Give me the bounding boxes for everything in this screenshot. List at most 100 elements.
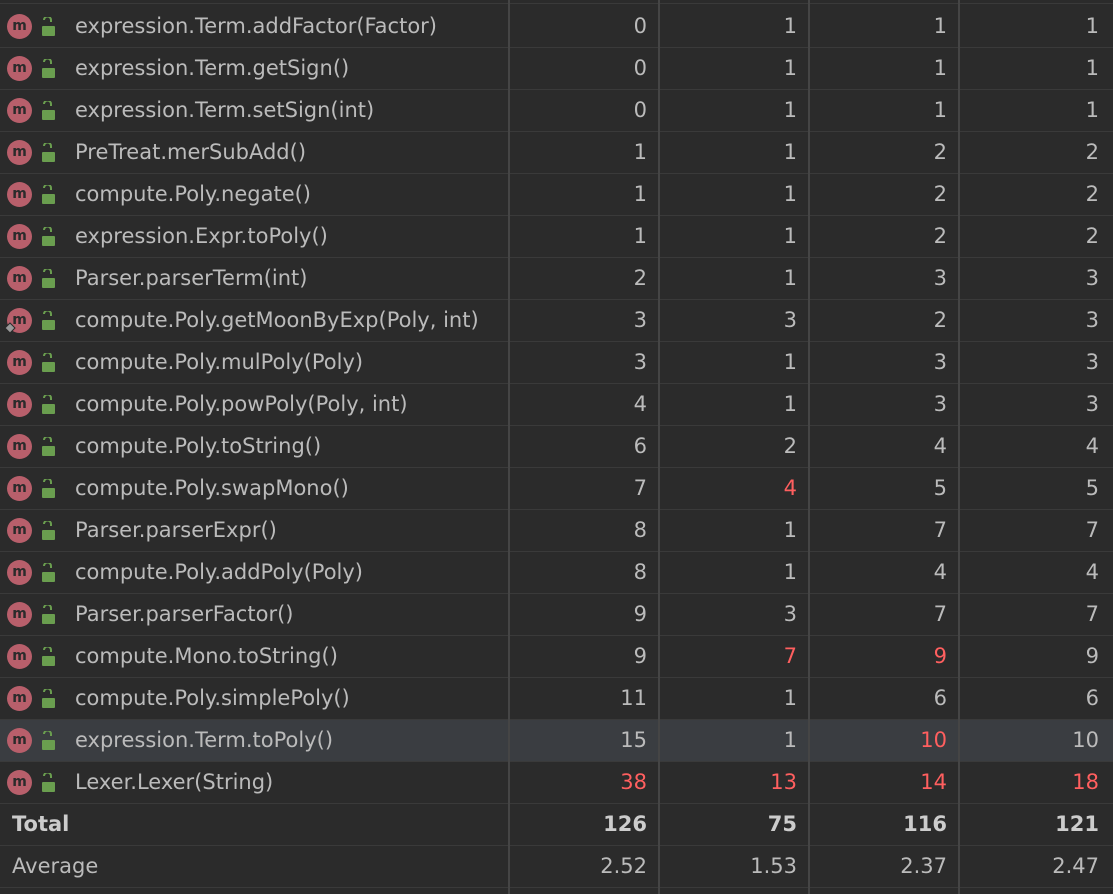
table-row[interactable]: m compute.Poly.simplePoly() 11 1 6 6 [0,678,1113,720]
method-cell: m expression.Term.getSign() [0,48,509,89]
method-cell: m Parser.parserExpr() [0,510,509,551]
metric-value: 10 [920,728,947,752]
public-unlock-icon [42,563,55,582]
average-row-value: 2.47 [1052,854,1099,878]
total-row-value: 126 [603,812,647,836]
metric-value: 1 [933,56,947,80]
table-row[interactable]: m expression.Term.addFactor(Factor) 0 1 … [0,6,1113,48]
table-row[interactable]: m Parser.parserExpr() 8 1 7 7 [0,510,1113,552]
public-unlock-icon [42,731,55,750]
metric-value: 1 [783,518,797,542]
method-cell: m expression.Term.addFactor(Factor) [0,6,509,47]
metric-value: 7 [1085,602,1099,626]
metric-value: 6 [1085,686,1099,710]
metric-value: 10 [1072,728,1099,752]
method-icon: m [7,98,32,123]
metric-value: 4 [1085,434,1099,458]
public-unlock-icon [42,143,55,162]
metric-value: 9 [633,602,647,626]
public-unlock-icon [42,353,55,372]
metric-value: 3 [1085,308,1099,332]
metric-value: 1 [783,98,797,122]
method-name: compute.Poly.mulPoly(Poly) [75,350,364,374]
method-name: PreTreat.merSubAdd() [75,140,307,164]
table-row[interactable]: m Parser.parserTerm(int) 2 1 3 3 [0,258,1113,300]
method-icon: m [7,560,32,585]
method-icon: m [7,266,32,291]
method-icon: m [7,14,32,39]
metric-value: 5 [1085,476,1099,500]
table-row[interactable]: m compute.Mono.toString() 9 7 9 9 [0,636,1113,678]
metric-value: 7 [933,602,947,626]
metric-value: 1 [783,392,797,416]
table-row[interactable]: m compute.Poly.getMoonByExp(Poly, int) 3… [0,300,1113,342]
total-row-value: 75 [767,812,797,836]
table-row[interactable]: m expression.Term.toPoly() 15 1 10 10 [0,720,1113,762]
metric-value: 3 [933,266,947,290]
table-row[interactable]: m Lexer.Lexer(String) 38 13 14 18 [0,762,1113,804]
metric-value: 4 [933,434,947,458]
method-name: Parser.parserFactor() [75,602,294,626]
method-cell: m expression.Term.setSign(int) [0,90,509,131]
metric-value: 5 [933,476,947,500]
method-icon: m [7,770,32,795]
method-name: expression.Term.addFactor(Factor) [75,14,438,38]
metric-value: 2 [1085,182,1099,206]
public-unlock-icon [42,437,55,456]
metric-value: 7 [783,644,797,668]
table-row[interactable]: m compute.Poly.powPoly(Poly, int) 4 1 3 … [0,384,1113,426]
table-row[interactable]: m Parser.parserFactor() 9 3 7 7 [0,594,1113,636]
public-unlock-icon [42,395,55,414]
table-row[interactable]: m compute.Poly.addPoly(Poly) 8 1 4 4 [0,552,1113,594]
metric-value: 1 [933,98,947,122]
metric-value: 0 [633,98,647,122]
table-row[interactable]: m compute.Poly.negate() 1 1 2 2 [0,174,1113,216]
method-name: compute.Poly.swapMono() [75,476,349,500]
metric-value: 11 [620,686,647,710]
metric-value: 6 [633,434,647,458]
metric-value: 1 [783,728,797,752]
metric-value: 9 [1085,644,1099,668]
metric-value: 4 [933,560,947,584]
table-row[interactable]: m expression.Term.getSign() 0 1 1 1 [0,48,1113,90]
metric-value: 3 [1085,392,1099,416]
method-metrics-table: m expression.Term.addFactor(Factor) 0 1 … [0,0,1113,894]
metric-value: 1 [1085,56,1099,80]
method-name: compute.Poly.negate() [75,182,311,206]
public-unlock-icon [42,269,55,288]
method-name: compute.Poly.addPoly(Poly) [75,560,363,584]
method-icon: m [7,602,32,627]
table-row[interactable]: m expression.Expr.toPoly() 1 1 2 2 [0,216,1113,258]
public-unlock-icon [42,185,55,204]
method-icon: m [7,644,32,669]
method-name: expression.Term.toPoly() [75,728,334,752]
method-icon: m [7,224,32,249]
metric-value: 4 [1085,560,1099,584]
method-cell: m expression.Term.toPoly() [0,720,509,761]
metric-value: 0 [633,56,647,80]
method-icon: m [7,140,32,165]
method-cell: m compute.Poly.addPoly(Poly) [0,552,509,593]
method-icon: m [7,56,32,81]
public-unlock-icon [42,17,55,36]
total-row-value: 116 [903,812,947,836]
metric-value: 1 [783,350,797,374]
metric-value: 7 [1085,518,1099,542]
method-cell: m Parser.parserFactor() [0,594,509,635]
public-unlock-icon [42,521,55,540]
table-row[interactable]: m compute.Poly.toString() 6 2 4 4 [0,426,1113,468]
method-cell: m compute.Poly.simplePoly() [0,678,509,719]
method-name: compute.Poly.simplePoly() [75,686,350,710]
table-row[interactable]: m compute.Poly.mulPoly(Poly) 3 1 3 3 [0,342,1113,384]
method-name: Parser.parserExpr() [75,518,277,542]
metric-value: 1 [1085,14,1099,38]
metric-value: 15 [620,728,647,752]
table-row[interactable]: m PreTreat.merSubAdd() 1 1 2 2 [0,132,1113,174]
table-row[interactable]: m expression.Term.setSign(int) 0 1 1 1 [0,90,1113,132]
public-unlock-icon [42,227,55,246]
average-row: Average 2.52 1.53 2.37 2.47 [0,846,1113,888]
metric-value: 7 [933,518,947,542]
table-row[interactable]: m compute.Poly.swapMono() 7 4 5 5 [0,468,1113,510]
public-unlock-icon [42,605,55,624]
metric-value: 4 [633,392,647,416]
